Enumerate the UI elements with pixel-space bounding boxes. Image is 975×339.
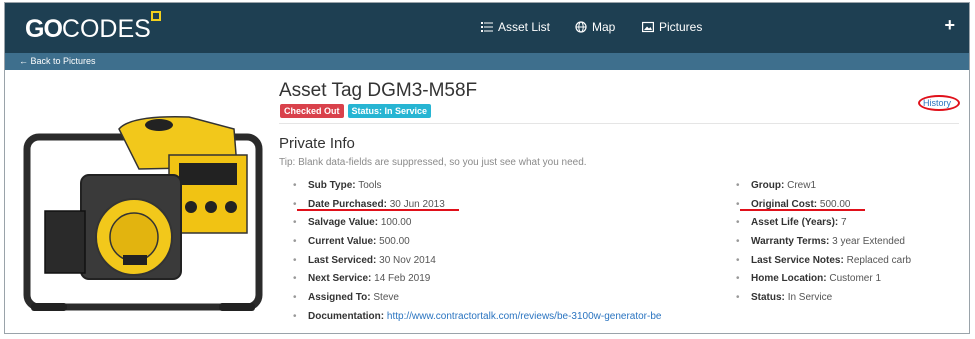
field-row-assigned-to: Assigned To: Steve xyxy=(293,289,661,308)
divider xyxy=(279,123,959,124)
status-badge: Status: In Service xyxy=(347,104,432,118)
top-navbar: GOCODES Asset List Map Pictures + xyxy=(5,3,969,53)
nav-asset-list[interactable]: Asset List xyxy=(481,20,550,34)
asset-badges: Checked Out Status: In Service xyxy=(280,104,432,118)
date-purchased-annotation-underline xyxy=(297,209,459,211)
field-row-date-purchased: Date Purchased: 30 Jun 2013 xyxy=(293,196,661,215)
field-row-current-value: Current Value: 500.00 xyxy=(293,233,661,252)
right-field-list: Group: Crew1 Original Cost: 500.00 Asset… xyxy=(736,177,911,308)
field-row-sub-type: Sub Type: Tools xyxy=(293,177,661,196)
field-row-status: Status: In Service xyxy=(736,289,911,308)
logo-square-icon xyxy=(151,11,161,21)
nav-pictures-label: Pictures xyxy=(659,20,703,34)
field-row-next-service: Next Service: 14 Feb 2019 xyxy=(293,270,661,289)
logo-go: GO xyxy=(25,15,63,43)
field-row-last-service-notes: Last Service Notes: Replaced carb xyxy=(736,252,911,271)
left-field-list: Sub Type: Tools Date Purchased: 30 Jun 2… xyxy=(293,177,661,327)
globe-icon xyxy=(575,21,587,33)
list-icon xyxy=(481,22,493,32)
app-frame: GOCODES Asset List Map Pictures + ← Back… xyxy=(4,2,970,334)
field-row-warranty-terms: Warranty Terms: 3 year Extended xyxy=(736,233,911,252)
sub-navbar: ← Back to Pictures xyxy=(5,53,969,70)
field-row-documentation: Documentation: http://www.contractortalk… xyxy=(293,308,661,327)
picture-icon xyxy=(642,21,654,33)
field-row-last-serviced: Last Serviced: 30 Nov 2014 xyxy=(293,252,661,271)
back-to-pictures-link[interactable]: ← Back to Pictures xyxy=(19,53,96,70)
nav-pictures[interactable]: Pictures xyxy=(642,20,702,34)
add-button[interactable]: + xyxy=(944,15,955,36)
history-annotation-circle xyxy=(918,95,960,111)
nav-asset-list-label: Asset List xyxy=(498,20,551,34)
tip-text: Tip: Blank data-fields are suppressed, s… xyxy=(279,157,587,168)
nav-map-label: Map xyxy=(592,20,616,34)
field-row-original-cost: Original Cost: 500.00 xyxy=(736,196,911,215)
nav-map[interactable]: Map xyxy=(575,20,615,34)
checked-out-badge: Checked Out xyxy=(280,104,344,118)
gocodes-logo[interactable]: GOCODES xyxy=(25,15,151,44)
logo-codes: CODES xyxy=(61,15,151,43)
asset-photo-generator xyxy=(19,107,269,319)
field-row-home-location: Home Location: Customer 1 xyxy=(736,270,911,289)
field-row-asset-life: Asset Life (Years): 7 xyxy=(736,214,911,233)
field-row-group: Group: Crew1 xyxy=(736,177,911,196)
documentation-link[interactable]: http://www.contractortalk.com/reviews/be… xyxy=(387,311,662,322)
original-cost-annotation-underline xyxy=(740,209,865,211)
section-title: Private Info xyxy=(279,135,355,152)
asset-title: Asset Tag DGM3-M58F xyxy=(279,80,478,101)
field-row-salvage-value: Salvage Value: 100.00 xyxy=(293,214,661,233)
